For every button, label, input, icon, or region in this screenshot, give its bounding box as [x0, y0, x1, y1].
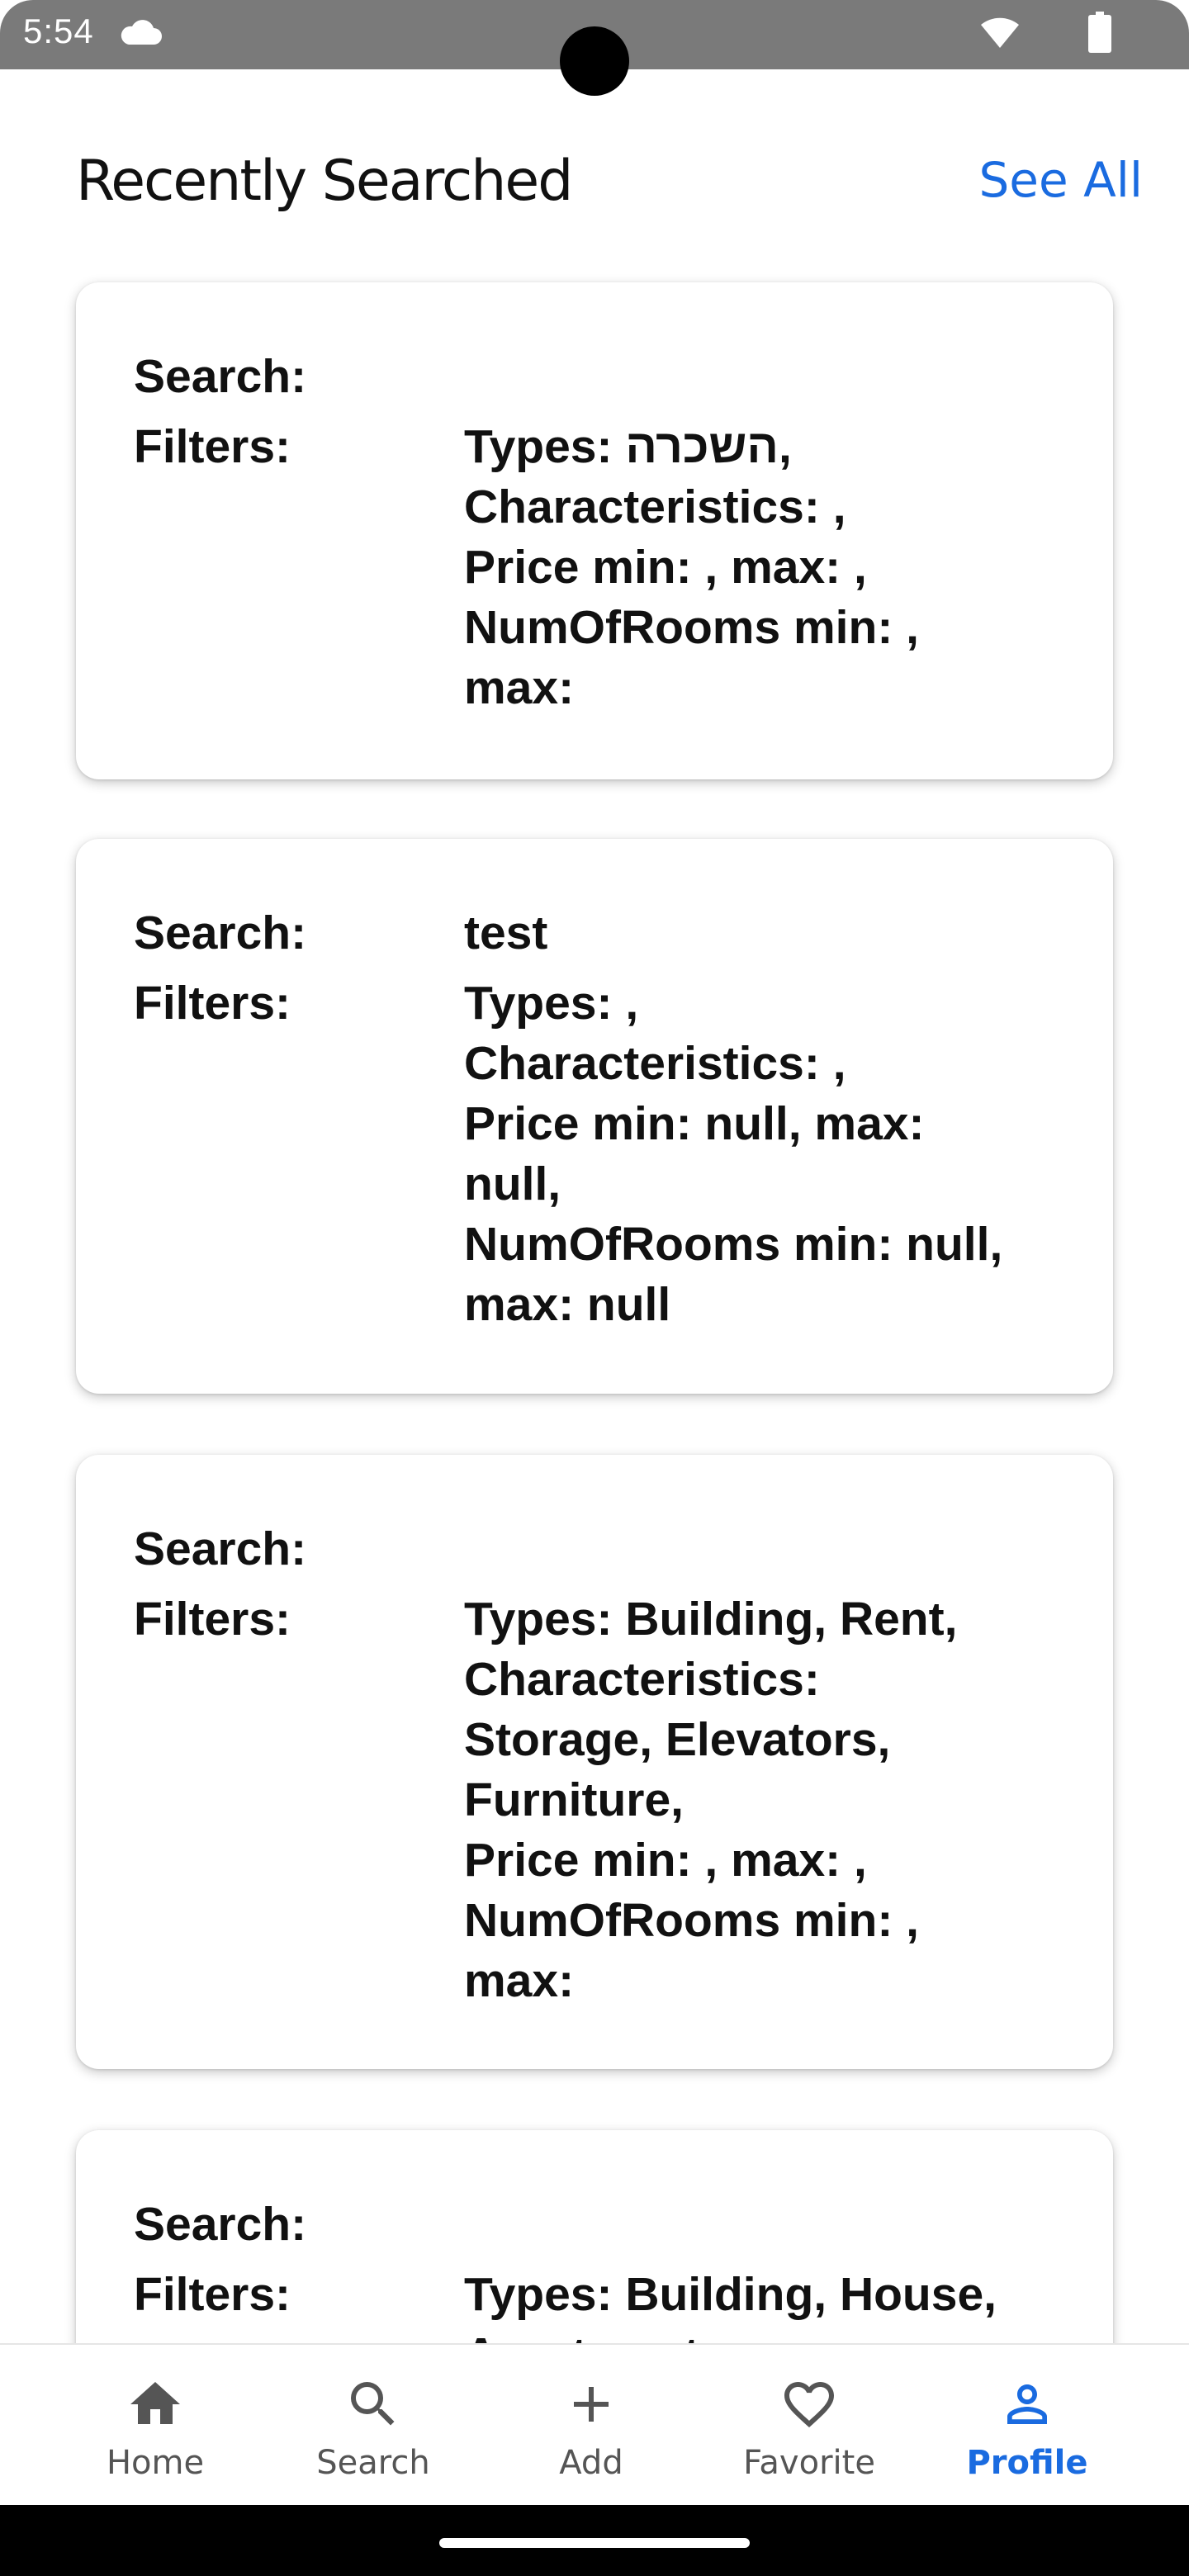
home-icon	[130, 2382, 180, 2424]
search-label: Search:	[134, 2198, 307, 2251]
filters-value: Types: , Characteristics: , Price min: n…	[464, 977, 1003, 1331]
filters-value: Types: Building, Rent, Characteristics: …	[464, 1593, 958, 2007]
search-value: test	[464, 907, 548, 959]
plus-icon	[574, 2387, 609, 2422]
screen: 5:54 Recently Searched See All Search: F…	[0, 0, 1189, 2576]
home-indicator[interactable]	[439, 2538, 750, 2548]
nav-item-add[interactable]: Add	[482, 2345, 700, 2507]
wifi-icon	[981, 17, 1019, 48]
search-card[interactable]: Search: test Filters: Types: , Character…	[76, 839, 1113, 1394]
filters-label: Filters:	[134, 977, 291, 1030]
search-card[interactable]: Search: Filters: Types: Building, Rent, …	[76, 1455, 1113, 2069]
person-icon	[1007, 2384, 1047, 2424]
front-camera	[560, 26, 629, 96]
status-bar: 5:54	[0, 0, 1189, 96]
filters-label: Filters:	[134, 1593, 291, 1646]
nav-item-profile[interactable]: Profile	[918, 2345, 1136, 2507]
system-navigation-bar	[0, 2505, 1189, 2576]
status-time: 5:54	[23, 12, 94, 50]
filters-label: Filters:	[134, 420, 291, 473]
nav-item-home[interactable]: Home	[46, 2345, 264, 2507]
filters-label: Filters:	[134, 2268, 291, 2321]
search-label: Search:	[134, 907, 307, 959]
heart-icon	[784, 2382, 834, 2428]
nav-label-home: Home	[106, 2444, 205, 2482]
search-label: Search:	[134, 1522, 307, 1575]
nav-item-favorite[interactable]: Favorite	[700, 2345, 918, 2507]
nav-label-favorite: Favorite	[743, 2444, 875, 2482]
search-card[interactable]: Search: Filters: Types: השכרה, Character…	[76, 282, 1113, 779]
page-title: Recently Searched	[76, 149, 573, 214]
see-all-link[interactable]: See All	[978, 152, 1143, 208]
nav-label-add: Add	[559, 2444, 623, 2482]
nav-label-search: Search	[316, 2444, 430, 2482]
filters-value: Types: השכרה, Characteristics: , Price m…	[464, 420, 919, 714]
search-label: Search:	[134, 350, 307, 403]
bottom-navigation: Home Search Add Favorite Profile	[0, 2343, 1189, 2507]
nav-item-search[interactable]: Search	[264, 2345, 482, 2507]
cloud-icon	[121, 20, 162, 45]
nav-label-profile: Profile	[966, 2444, 1088, 2482]
battery-icon	[1088, 12, 1111, 53]
search-icon	[351, 2382, 395, 2426]
